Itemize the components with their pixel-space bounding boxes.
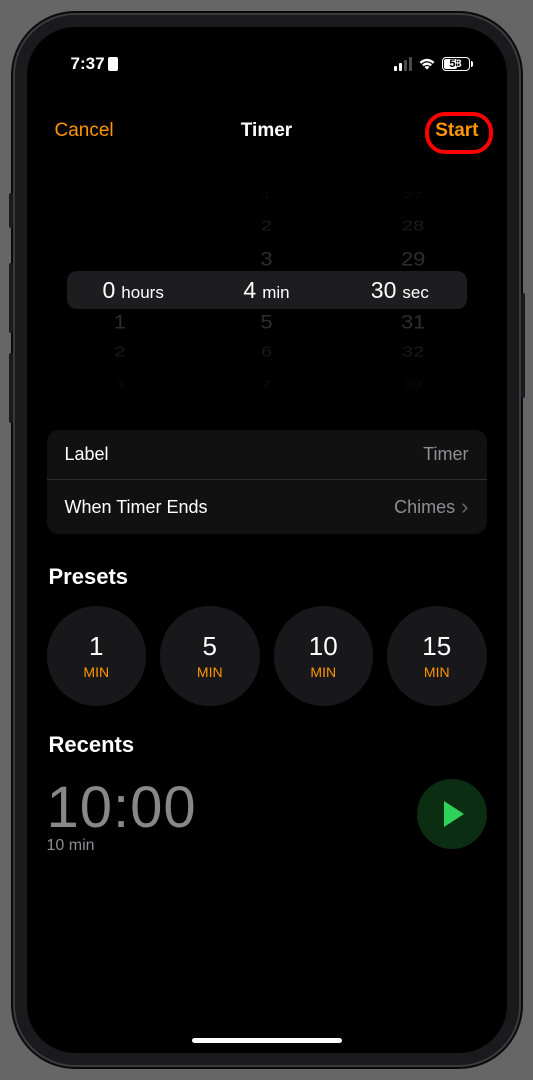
chevron-right-icon: › [461, 494, 468, 520]
time-picker[interactable]: . 1 2 3 1 2 3 . 5 6 7 27 [47, 180, 487, 400]
play-button[interactable] [417, 779, 487, 849]
hours-unit: hours [121, 283, 164, 303]
recents-title: Recents [49, 732, 485, 758]
label-title: Label [65, 444, 109, 465]
wifi-icon [418, 57, 436, 70]
minutes-value: 4 [243, 277, 256, 304]
recent-time: 10:00 [47, 774, 197, 841]
play-icon [444, 801, 464, 827]
presets-title: Presets [49, 564, 485, 590]
home-indicator[interactable] [192, 1038, 342, 1043]
label-row[interactable]: Label Timer [47, 430, 487, 479]
preset-5-min[interactable]: 5 MIN [160, 606, 260, 706]
preset-15-min[interactable]: 15 MIN [387, 606, 487, 706]
preset-10-min[interactable]: 10 MIN [274, 606, 374, 706]
hours-value: 0 [103, 277, 116, 304]
cellular-signal-icon [394, 57, 412, 71]
cancel-button[interactable]: Cancel [55, 120, 114, 142]
dynamic-island [202, 41, 332, 77]
ends-value: Chimes [394, 497, 455, 518]
ends-title: When Timer Ends [65, 497, 208, 518]
minutes-unit: min [262, 283, 289, 303]
battery-icon: 58 [442, 57, 473, 71]
seconds-unit: sec [402, 283, 428, 303]
recent-item[interactable]: 10:00 10 min [47, 774, 487, 855]
start-button[interactable]: Start [435, 120, 478, 142]
when-timer-ends-row[interactable]: When Timer Ends Chimes › [47, 479, 487, 534]
preset-1-min[interactable]: 1 MIN [47, 606, 147, 706]
page-title: Timer [241, 120, 292, 142]
low-power-icon [108, 57, 118, 71]
seconds-value: 30 [371, 277, 397, 304]
label-value: Timer [423, 444, 468, 465]
status-time: 7:37 [71, 54, 105, 74]
